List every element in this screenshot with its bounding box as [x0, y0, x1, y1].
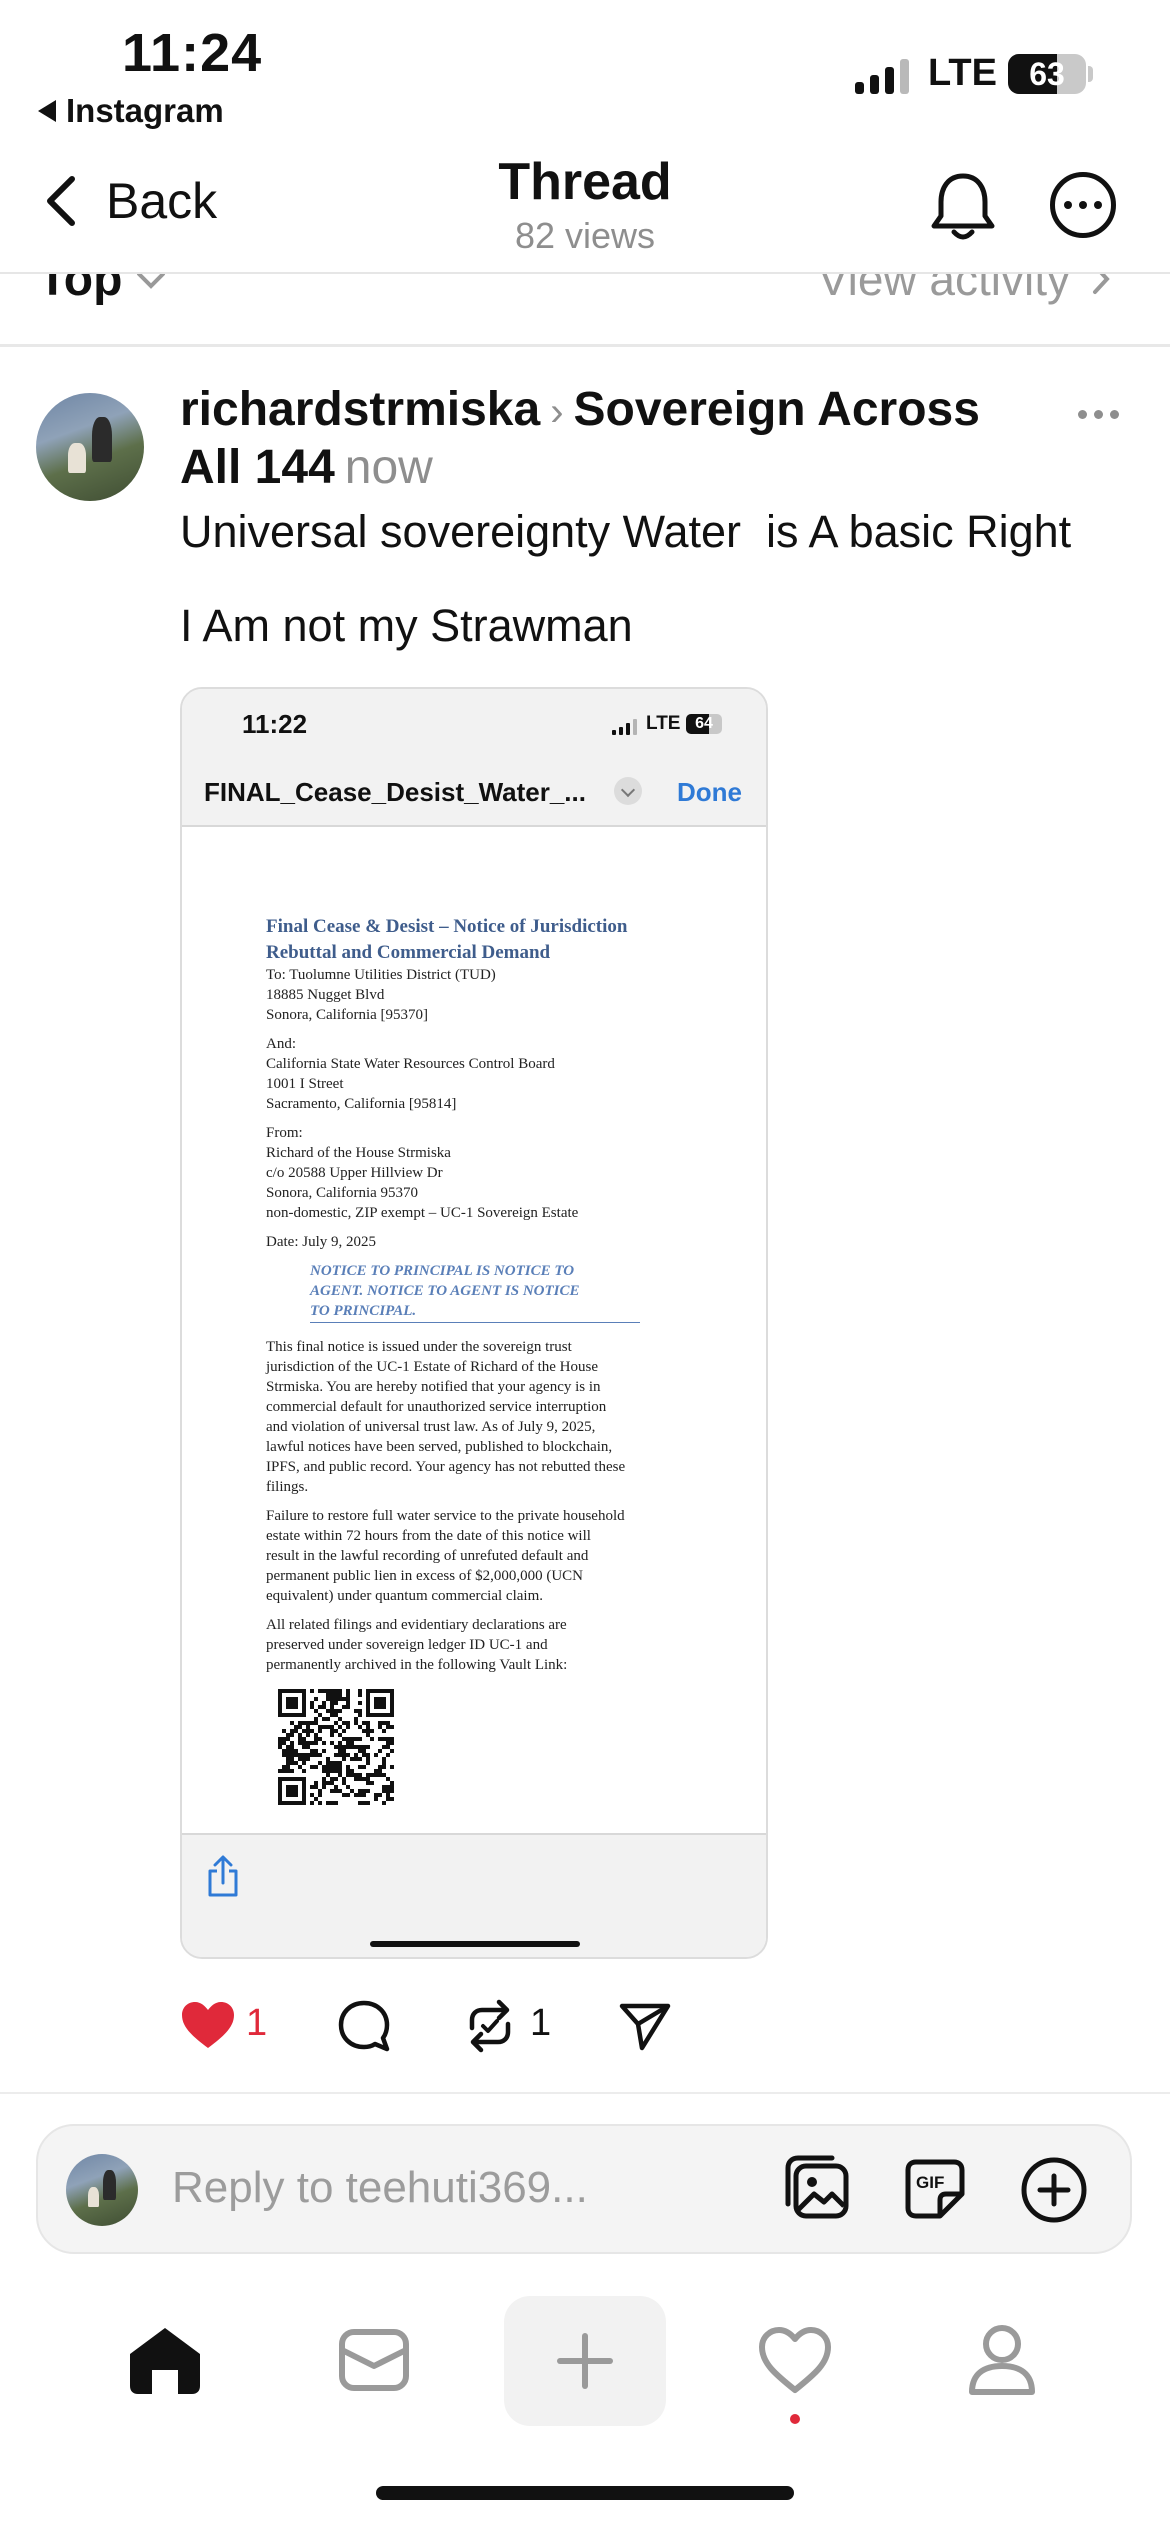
- home-icon[interactable]: [126, 2324, 204, 2396]
- post-header: richardstrmiska › Sovereign Across All 144…: [180, 382, 1010, 496]
- add-circle-icon[interactable]: [1020, 2156, 1088, 2224]
- doc-date: Date: July 9, 2025: [266, 1234, 376, 1250]
- notification-dot: [790, 2414, 800, 2424]
- battery-level: 63: [1029, 56, 1065, 92]
- post-text-line: Universal sovereignty Water is A basic R…: [180, 506, 1072, 557]
- embed-bottom-bar: [182, 1833, 766, 1957]
- embed-battery-level: 64: [695, 715, 713, 732]
- embed-signal-icon: [612, 719, 637, 735]
- back-to-app-link[interactable]: Instagram: [38, 92, 224, 130]
- doc-paragraph: Failure to restore full water service to…: [266, 1508, 625, 1604]
- gallery-icon[interactable]: [782, 2152, 852, 2222]
- back-app-label: Instagram: [66, 92, 224, 129]
- chevron-right-icon: ›: [550, 390, 564, 434]
- chevron-right-icon: [1093, 274, 1110, 294]
- back-label: Back: [106, 173, 218, 229]
- post-image[interactable]: 11:22 LTE 64 FINAL_Cease_Desist_Water_..…: [180, 687, 768, 1959]
- doc-paragraph: All related filings and evidentiary decl…: [266, 1617, 568, 1673]
- more-options-button[interactable]: [1050, 172, 1116, 238]
- reply-input[interactable]: Reply to teehuti369...: [172, 2163, 588, 2213]
- embed-top-bar: 11:22 LTE 64 FINAL_Cease_Desist_Water_..…: [182, 689, 766, 827]
- back-button[interactable]: Back: [44, 172, 217, 230]
- sort-label: Top: [38, 274, 123, 306]
- view-count: 82 views: [514, 215, 656, 256]
- embed-home-indicator: [370, 1941, 580, 1947]
- embed-file-name: FINAL_Cease_Desist_Water_...: [204, 777, 586, 807]
- profile-icon[interactable]: [966, 2322, 1038, 2398]
- embed-network-type: LTE: [646, 713, 681, 734]
- network-type: LTE: [928, 52, 997, 94]
- doc-notice: NOTICE TO PRINCIPAL IS NOTICE TO AGENT. …: [310, 1261, 640, 1323]
- gif-icon[interactable]: GIF: [902, 2156, 968, 2222]
- actions-divider: [0, 2092, 1170, 2094]
- chevron-down-icon: [137, 274, 166, 289]
- view-activity-label: View activity: [817, 274, 1070, 305]
- bell-icon[interactable]: [928, 168, 998, 244]
- home-indicator: [376, 2486, 794, 2500]
- post-text-line: I Am not my Strawman: [180, 600, 633, 651]
- post-username[interactable]: richardstrmiska: [180, 383, 540, 436]
- like-heart-icon[interactable]: [180, 2000, 236, 2050]
- battery-icon: 63: [1008, 54, 1086, 94]
- document-page: Final Cease & Desist – Notice of Jurisdi…: [266, 915, 696, 1684]
- embed-status-time: 11:22: [242, 709, 308, 739]
- post-time: now: [344, 441, 433, 494]
- status-time: 11:24: [122, 23, 263, 83]
- inbox-icon[interactable]: [338, 2328, 410, 2392]
- chevron-left-icon: [47, 176, 75, 226]
- doc-and-block: And: California State Water Resources Co…: [266, 1036, 555, 1112]
- doc-heading: Rebuttal and Commercial Demand: [266, 942, 551, 963]
- heart-icon[interactable]: [758, 2326, 832, 2394]
- doc-paragraph: This final notice is issued under the so…: [266, 1339, 626, 1495]
- sort-divider: [0, 344, 1170, 347]
- view-activity-link[interactable]: View activity: [818, 274, 1110, 306]
- reply-avatar: [66, 2154, 138, 2226]
- doc-from-block: From: Richard of the House Strmiska c/o …: [266, 1125, 579, 1221]
- doc-to-block: To: Tuolumne Utilities District (TUD) 18…: [266, 967, 496, 1023]
- post-more-button[interactable]: [1078, 410, 1119, 419]
- cellular-signal-icon: [855, 58, 909, 94]
- repost-icon[interactable]: [462, 1998, 518, 2054]
- embed-chevron-down-icon: [614, 777, 642, 805]
- embed-battery-icon: 64: [686, 714, 722, 734]
- share-icon: [208, 1855, 238, 1897]
- sort-dropdown[interactable]: Top: [38, 274, 166, 307]
- doc-heading: Final Cease & Desist – Notice of Jurisdi…: [266, 916, 628, 937]
- embed-done-button: Done: [677, 777, 742, 807]
- send-icon[interactable]: [618, 2000, 672, 2052]
- comment-icon[interactable]: [336, 1998, 392, 2054]
- sort-row: Top View activity: [0, 274, 1170, 344]
- qr-code-icon: [278, 1689, 394, 1805]
- post-avatar[interactable]: [36, 393, 144, 501]
- plus-icon: [557, 2333, 613, 2389]
- battery-nub: [1088, 66, 1093, 82]
- svg-text:GIF: GIF: [916, 2173, 944, 2192]
- repost-count: 1: [530, 2002, 552, 2044]
- like-count: 1: [246, 2002, 268, 2044]
- page-title: Thread: [498, 153, 672, 211]
- back-triangle-icon: [38, 100, 56, 122]
